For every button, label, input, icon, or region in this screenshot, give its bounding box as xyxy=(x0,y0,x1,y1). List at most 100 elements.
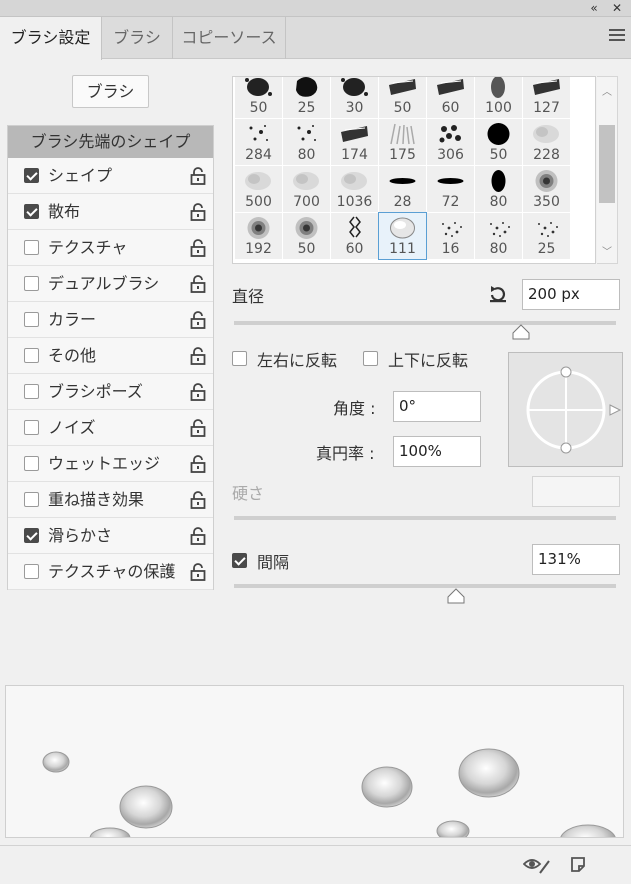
lock-icon[interactable] xyxy=(190,455,206,473)
brush-option-row[interactable]: デュアルブラシ xyxy=(8,266,213,302)
option-checkbox[interactable] xyxy=(24,348,39,363)
scroll-up-icon[interactable]: ︿ xyxy=(597,83,617,98)
option-checkbox[interactable] xyxy=(24,312,39,327)
brush-tip-shape-header[interactable]: ブラシ先端のシェイプ xyxy=(8,126,213,158)
brush-preset-cell[interactable]: 28 xyxy=(379,166,426,212)
brush-preset-cell[interactable]: 175 xyxy=(379,119,426,165)
scroll-down-icon[interactable]: ﹀ xyxy=(597,243,617,258)
option-label[interactable]: 重ね描き効果 xyxy=(48,482,144,518)
lock-icon[interactable] xyxy=(190,527,206,545)
option-label[interactable]: テクスチャ xyxy=(48,230,127,266)
flip-y-checkbox[interactable] xyxy=(363,351,378,366)
option-label[interactable]: 滑らかさ xyxy=(48,518,112,554)
brush-preset-cell[interactable]: 111 xyxy=(378,212,427,260)
lock-icon[interactable] xyxy=(190,347,206,365)
brush-preset-cell[interactable]: 25 xyxy=(523,213,570,259)
collapse-panel-button[interactable]: « xyxy=(584,0,604,17)
diameter-input[interactable]: 200 px xyxy=(522,279,620,310)
brush-preset-cell[interactable]: 50 xyxy=(235,77,282,118)
lock-icon[interactable] xyxy=(190,419,206,437)
brush-preset-cell[interactable]: 500 xyxy=(235,166,282,212)
roundness-input[interactable]: 100% xyxy=(393,436,481,467)
scrollbar-thumb[interactable] xyxy=(599,125,615,203)
option-checkbox[interactable] xyxy=(24,492,39,507)
brush-option-row[interactable]: ブラシポーズ xyxy=(8,374,213,410)
brush-option-row[interactable]: テクスチャの保護 xyxy=(8,554,213,590)
lock-icon[interactable] xyxy=(190,491,206,509)
option-label[interactable]: その他 xyxy=(48,338,96,374)
option-label[interactable]: テクスチャの保護 xyxy=(48,554,175,590)
option-label[interactable]: ウェットエッジ xyxy=(48,446,160,482)
toggle-live-tip-icon[interactable] xyxy=(523,855,551,875)
option-label[interactable]: デュアルブラシ xyxy=(48,266,159,302)
close-panel-button[interactable]: ✕ xyxy=(607,0,627,17)
tab-brushes[interactable]: ブラシ xyxy=(102,17,173,59)
lock-icon[interactable] xyxy=(190,167,206,185)
brush-option-row[interactable]: 重ね描き効果 xyxy=(8,482,213,518)
brush-option-row[interactable]: 滑らかさ xyxy=(8,518,213,554)
brush-preset-cell[interactable]: 30 xyxy=(331,77,378,118)
brush-preset-cell[interactable]: 350 xyxy=(523,166,570,212)
option-checkbox[interactable] xyxy=(24,168,39,183)
brush-preset-cell[interactable]: 72 xyxy=(427,166,474,212)
brush-option-row[interactable]: 散布 xyxy=(8,194,213,230)
brush-preset-cell[interactable]: 700 xyxy=(283,166,330,212)
brush-option-row[interactable]: その他 xyxy=(8,338,213,374)
brush-preset-cell[interactable]: 306 xyxy=(427,119,474,165)
brush-preset-cell[interactable]: 60 xyxy=(331,213,378,259)
brush-preset-cell[interactable]: 174 xyxy=(331,119,378,165)
angle-roundness-widget[interactable] xyxy=(508,352,623,467)
option-label[interactable]: 散布 xyxy=(48,194,80,230)
brush-preset-cell[interactable]: 60 xyxy=(427,77,474,118)
brush-grid-scrollbar[interactable]: ︿ ﹀ xyxy=(597,76,618,264)
brush-preset-cell[interactable]: 16 xyxy=(427,213,474,259)
brush-option-row[interactable]: ウェットエッジ xyxy=(8,446,213,482)
option-label[interactable]: シェイプ xyxy=(48,158,112,194)
option-checkbox[interactable] xyxy=(24,276,39,291)
lock-icon[interactable] xyxy=(190,203,206,221)
option-checkbox[interactable] xyxy=(24,456,39,471)
brush-option-row[interactable]: カラー xyxy=(8,302,213,338)
lock-icon[interactable] xyxy=(190,239,206,257)
option-checkbox[interactable] xyxy=(24,528,39,543)
panel-menu-icon[interactable] xyxy=(609,29,625,45)
lock-icon[interactable] xyxy=(190,563,206,581)
diameter-slider-handle[interactable] xyxy=(512,324,530,340)
option-label[interactable]: ブラシポーズ xyxy=(48,374,143,410)
brush-preset-cell[interactable]: 80 xyxy=(283,119,330,165)
option-checkbox[interactable] xyxy=(24,240,39,255)
reset-size-icon[interactable] xyxy=(487,283,509,305)
brush-preset-cell[interactable]: 228 xyxy=(523,119,570,165)
brush-preset-cell[interactable]: 100 xyxy=(475,77,522,118)
angle-input[interactable]: 0° xyxy=(393,391,481,422)
lock-icon[interactable] xyxy=(190,275,206,293)
brush-preset-cell[interactable]: 50 xyxy=(379,77,426,118)
option-checkbox[interactable] xyxy=(24,564,39,579)
brush-option-row[interactable]: テクスチャ xyxy=(8,230,213,266)
brush-preset-cell[interactable]: 1036 xyxy=(331,166,378,212)
spacing-input[interactable]: 131% xyxy=(532,544,620,575)
brush-preset-cell[interactable]: 25 xyxy=(283,77,330,118)
brush-preset-cell[interactable]: 284 xyxy=(235,119,282,165)
spacing-slider-track[interactable] xyxy=(234,584,616,588)
brush-preset-cell[interactable]: 80 xyxy=(475,213,522,259)
brush-option-row[interactable]: ノイズ xyxy=(8,410,213,446)
tab-brush-settings[interactable]: ブラシ設定 xyxy=(0,17,102,60)
brush-option-row[interactable]: シェイプ xyxy=(8,158,213,194)
spacing-slider-handle[interactable] xyxy=(447,588,465,604)
brush-preset-cell[interactable]: 80 xyxy=(475,166,522,212)
brushes-panel-button[interactable]: ブラシ xyxy=(72,75,149,108)
brush-preset-cell[interactable]: 192 xyxy=(235,213,282,259)
option-checkbox[interactable] xyxy=(24,384,39,399)
diameter-slider-track[interactable] xyxy=(234,321,616,325)
create-new-brush-icon[interactable] xyxy=(570,855,588,875)
option-checkbox[interactable] xyxy=(24,420,39,435)
brush-preset-cell[interactable]: 50 xyxy=(283,213,330,259)
brush-preset-cell[interactable]: 50 xyxy=(475,119,522,165)
option-label[interactable]: カラー xyxy=(48,302,96,338)
option-label[interactable]: ノイズ xyxy=(48,410,96,446)
flip-x-checkbox[interactable] xyxy=(232,351,247,366)
lock-icon[interactable] xyxy=(190,311,206,329)
tab-clone-source[interactable]: コピーソース xyxy=(173,17,286,59)
spacing-checkbox[interactable] xyxy=(232,553,247,568)
